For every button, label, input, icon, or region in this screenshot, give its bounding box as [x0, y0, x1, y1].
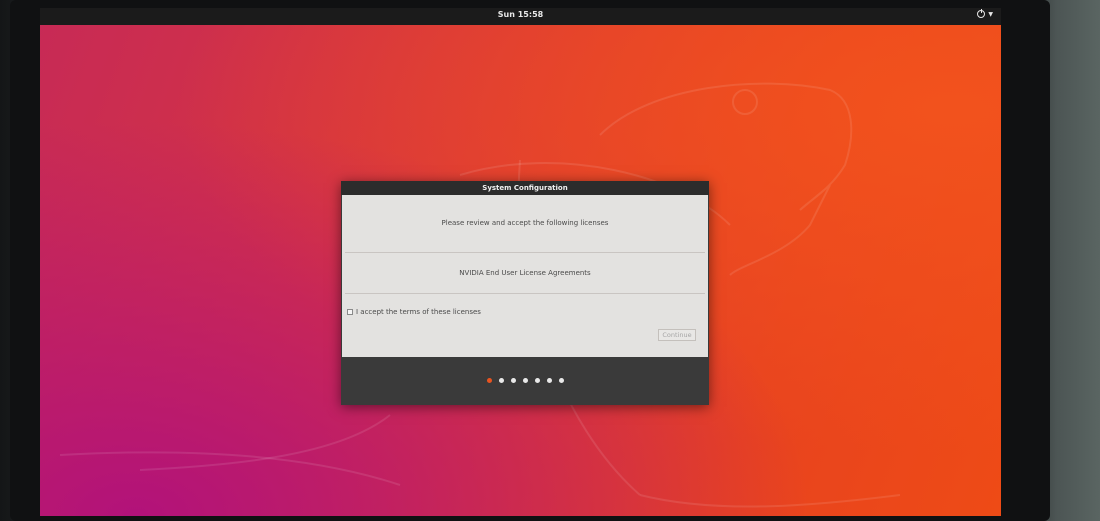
clock[interactable]: Sun 15:58 — [40, 10, 1001, 19]
review-instruction: Please review and accept the following l… — [441, 219, 609, 227]
progress-dot-active — [486, 378, 492, 383]
power-icon — [977, 9, 986, 18]
progress-dot — [510, 378, 516, 383]
progress-dot — [522, 378, 528, 383]
top-bar: Sun 15:58 ▼ — [40, 8, 1001, 25]
accept-terms-row[interactable]: I accept the terms of these licenses — [347, 308, 481, 316]
system-configuration-dialog: System Configuration Please review and a… — [341, 181, 709, 405]
progress-dot — [546, 378, 552, 383]
photo-frame: Sun 15:58 ▼ System Configuration Please … — [0, 0, 1100, 521]
accept-terms-checkbox[interactable] — [347, 309, 353, 315]
dialog-title: System Configuration — [341, 181, 709, 195]
progress-indicator — [341, 378, 709, 383]
progress-dot — [558, 378, 564, 383]
progress-dot — [534, 378, 540, 383]
dialog-body: Please review and accept the following l… — [342, 195, 708, 357]
desktop-screen: Sun 15:58 ▼ System Configuration Please … — [40, 8, 1001, 516]
divider — [345, 293, 705, 294]
system-menu[interactable]: ▼ — [977, 9, 993, 18]
accept-terms-label[interactable]: I accept the terms of these licenses — [356, 308, 481, 316]
continue-button[interactable]: Continue — [658, 329, 696, 341]
progress-dot — [498, 378, 504, 383]
chevron-down-icon: ▼ — [988, 10, 993, 18]
license-list-item[interactable]: NVIDIA End User License Agreements — [345, 253, 705, 293]
